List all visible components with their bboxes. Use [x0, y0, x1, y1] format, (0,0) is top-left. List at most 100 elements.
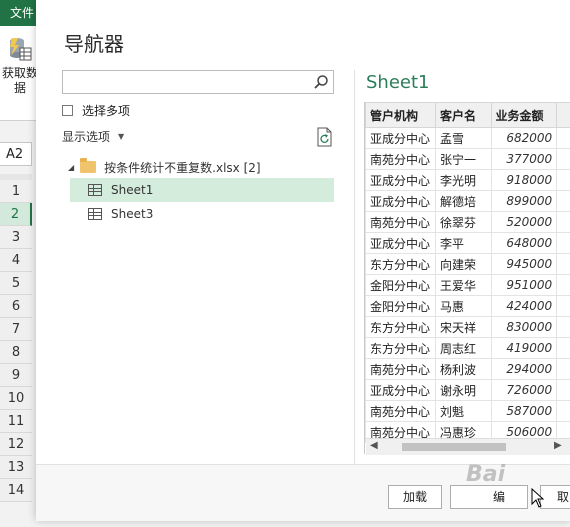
load-button[interactable]: 加载 [388, 485, 442, 509]
watermark: Bai [466, 462, 506, 487]
horizontal-scrollbar[interactable]: ◀ ▶ [366, 438, 570, 455]
table-cell: 东方分中心 [365, 337, 436, 359]
table-cell: 419000 [490, 337, 558, 359]
table-cell: 亚成分中心 [365, 169, 436, 191]
search-icon[interactable] [313, 74, 329, 90]
table-cell-partial [556, 253, 570, 275]
table-cell: 南苑分中心 [365, 211, 436, 233]
display-options-dropdown[interactable]: 显示选项 ▼ [62, 128, 124, 145]
collapse-triangle-icon[interactable]: ◢ [68, 163, 74, 172]
table-row: 南苑分中心 徐翠芬 520000 [365, 211, 570, 233]
row-header[interactable]: 1 [0, 180, 32, 203]
pane-divider[interactable] [354, 70, 355, 490]
checkbox-icon[interactable] [62, 105, 73, 116]
table-row: 亚成分中心 李平 648000 [365, 232, 570, 254]
table-cell: 孟雪 [434, 127, 492, 149]
row-header[interactable]: 14 [0, 479, 32, 502]
table-cell: 解德培 [434, 190, 492, 212]
navigator-tree: ◢ 按条件统计不重复数.xlsx [2] Sheet1 Sheet3 [62, 156, 334, 226]
row-header[interactable]: 13 [0, 456, 32, 479]
dialog-title: 导航器 [64, 32, 124, 56]
row-header[interactable]: 10 [0, 387, 32, 410]
table-cell: 宋天祥 [434, 316, 492, 338]
sheet-label: Sheet1 [111, 183, 154, 197]
table-cell: 亚成分中心 [365, 127, 436, 149]
get-data-label-2: 据 [13, 81, 26, 95]
row-header[interactable]: 12 [0, 433, 32, 456]
table-cell: 金阳分中心 [365, 274, 436, 296]
table-cell: 424000 [490, 295, 558, 317]
row-header[interactable]: 5 [0, 272, 32, 295]
row-header[interactable]: 6 [0, 295, 32, 318]
table-row: 亚成分中心 谢永明 726000 [365, 379, 570, 401]
table-row: 亚成分中心 解德培 899000 [365, 190, 570, 212]
table-cell: 王爱华 [434, 274, 492, 296]
row-headers: 1 2 3 4 5 6 7 8 9 10 11 12 13 14 [0, 180, 32, 502]
table-row: 东方分中心 周志红 419000 [365, 337, 570, 359]
column-header[interactable]: 管户机构 [365, 102, 436, 128]
table-cell: 南苑分中心 [365, 358, 436, 380]
tree-sheet-item[interactable]: Sheet3 [70, 202, 334, 226]
row-header[interactable]: 8 [0, 341, 32, 364]
table-cell: 587000 [490, 400, 558, 422]
tree-file-node[interactable]: ◢ 按条件统计不重复数.xlsx [2] [62, 156, 334, 178]
row-header[interactable]: 3 [0, 226, 32, 249]
navigator-dialog: 导航器 选择多项 显示选项 ▼ ◢ 按条件统计不重复数.xlsx [2] She… [36, 0, 570, 521]
column-header[interactable]: 业务金额 [490, 102, 558, 128]
multi-select-checkbox[interactable]: 选择多项 [62, 102, 130, 119]
preview-table-container: 管户机构 客户名 业务金额 亚成分中心 孟雪 682000 南苑分中心 张宁一 377000 亚… [364, 102, 570, 454]
table-cell: 682000 [490, 127, 558, 149]
table-cell: 周志红 [434, 337, 492, 359]
get-data-button[interactable]: 获取数 据 [0, 36, 40, 106]
column-header-partial[interactable] [556, 102, 570, 128]
sheet-table-icon [88, 208, 102, 220]
table-cell: 918000 [490, 169, 558, 191]
refresh-icon[interactable] [316, 127, 334, 147]
table-row: 金阳分中心 王爱华 951000 [365, 274, 570, 296]
table-cell-partial [556, 274, 570, 296]
database-icon [8, 36, 32, 62]
row-header[interactable]: 2 [0, 203, 32, 226]
scroll-thumb[interactable] [402, 443, 506, 451]
scroll-left-icon[interactable]: ◀ [370, 440, 378, 451]
table-cell: 830000 [490, 316, 558, 338]
table-cell: 南苑分中心 [365, 148, 436, 170]
get-data-label: 获取数 [1, 66, 38, 80]
table-cell-partial [556, 358, 570, 380]
table-cell-partial [556, 316, 570, 338]
dropdown-arrow-icon: ▼ [118, 132, 125, 141]
table-cell: 金阳分中心 [365, 295, 436, 317]
table-cell: 杨利波 [434, 358, 492, 380]
folder-icon [80, 158, 97, 173]
row-header[interactable]: 9 [0, 364, 32, 387]
table-row: 南苑分中心 刘魁 587000 [365, 400, 570, 422]
table-cell-partial [556, 211, 570, 233]
file-name: 按条件统计不重复数.xlsx [2] [104, 160, 261, 175]
row-header[interactable]: 11 [0, 410, 32, 433]
mouse-cursor-icon [531, 487, 545, 508]
preview-table: 管户机构 客户名 业务金额 亚成分中心 孟雪 682000 南苑分中心 张宁一 377000 亚… [365, 102, 570, 443]
display-options-label: 显示选项 [62, 130, 111, 144]
table-cell-partial [556, 337, 570, 359]
tree-sheet-item[interactable]: Sheet1 [70, 178, 334, 202]
table-cell-partial [556, 232, 570, 254]
table-cell: 520000 [490, 211, 558, 233]
table-row: 东方分中心 宋天祥 830000 [365, 316, 570, 338]
table-cell: 向建荣 [434, 253, 492, 275]
row-header[interactable]: 4 [0, 249, 32, 272]
table-cell: 张宁一 [434, 148, 492, 170]
column-header[interactable]: 客户名 [434, 102, 492, 128]
scroll-right-icon[interactable]: ▶ [554, 440, 562, 451]
table-cell: 东方分中心 [365, 253, 436, 275]
search-input[interactable] [62, 70, 334, 94]
row-header[interactable]: 7 [0, 318, 32, 341]
transform-button[interactable]: 编 [450, 485, 528, 509]
name-box[interactable]: A2 [0, 142, 32, 166]
table-cell: 377000 [490, 148, 558, 170]
table-cell: 李光明 [434, 169, 492, 191]
table-cell: 东方分中心 [365, 316, 436, 338]
table-row: 南苑分中心 张宁一 377000 [365, 148, 570, 170]
table-cell-partial [556, 400, 570, 422]
table-row: 南苑分中心 杨利波 294000 [365, 358, 570, 380]
table-cell: 亚成分中心 [365, 190, 436, 212]
